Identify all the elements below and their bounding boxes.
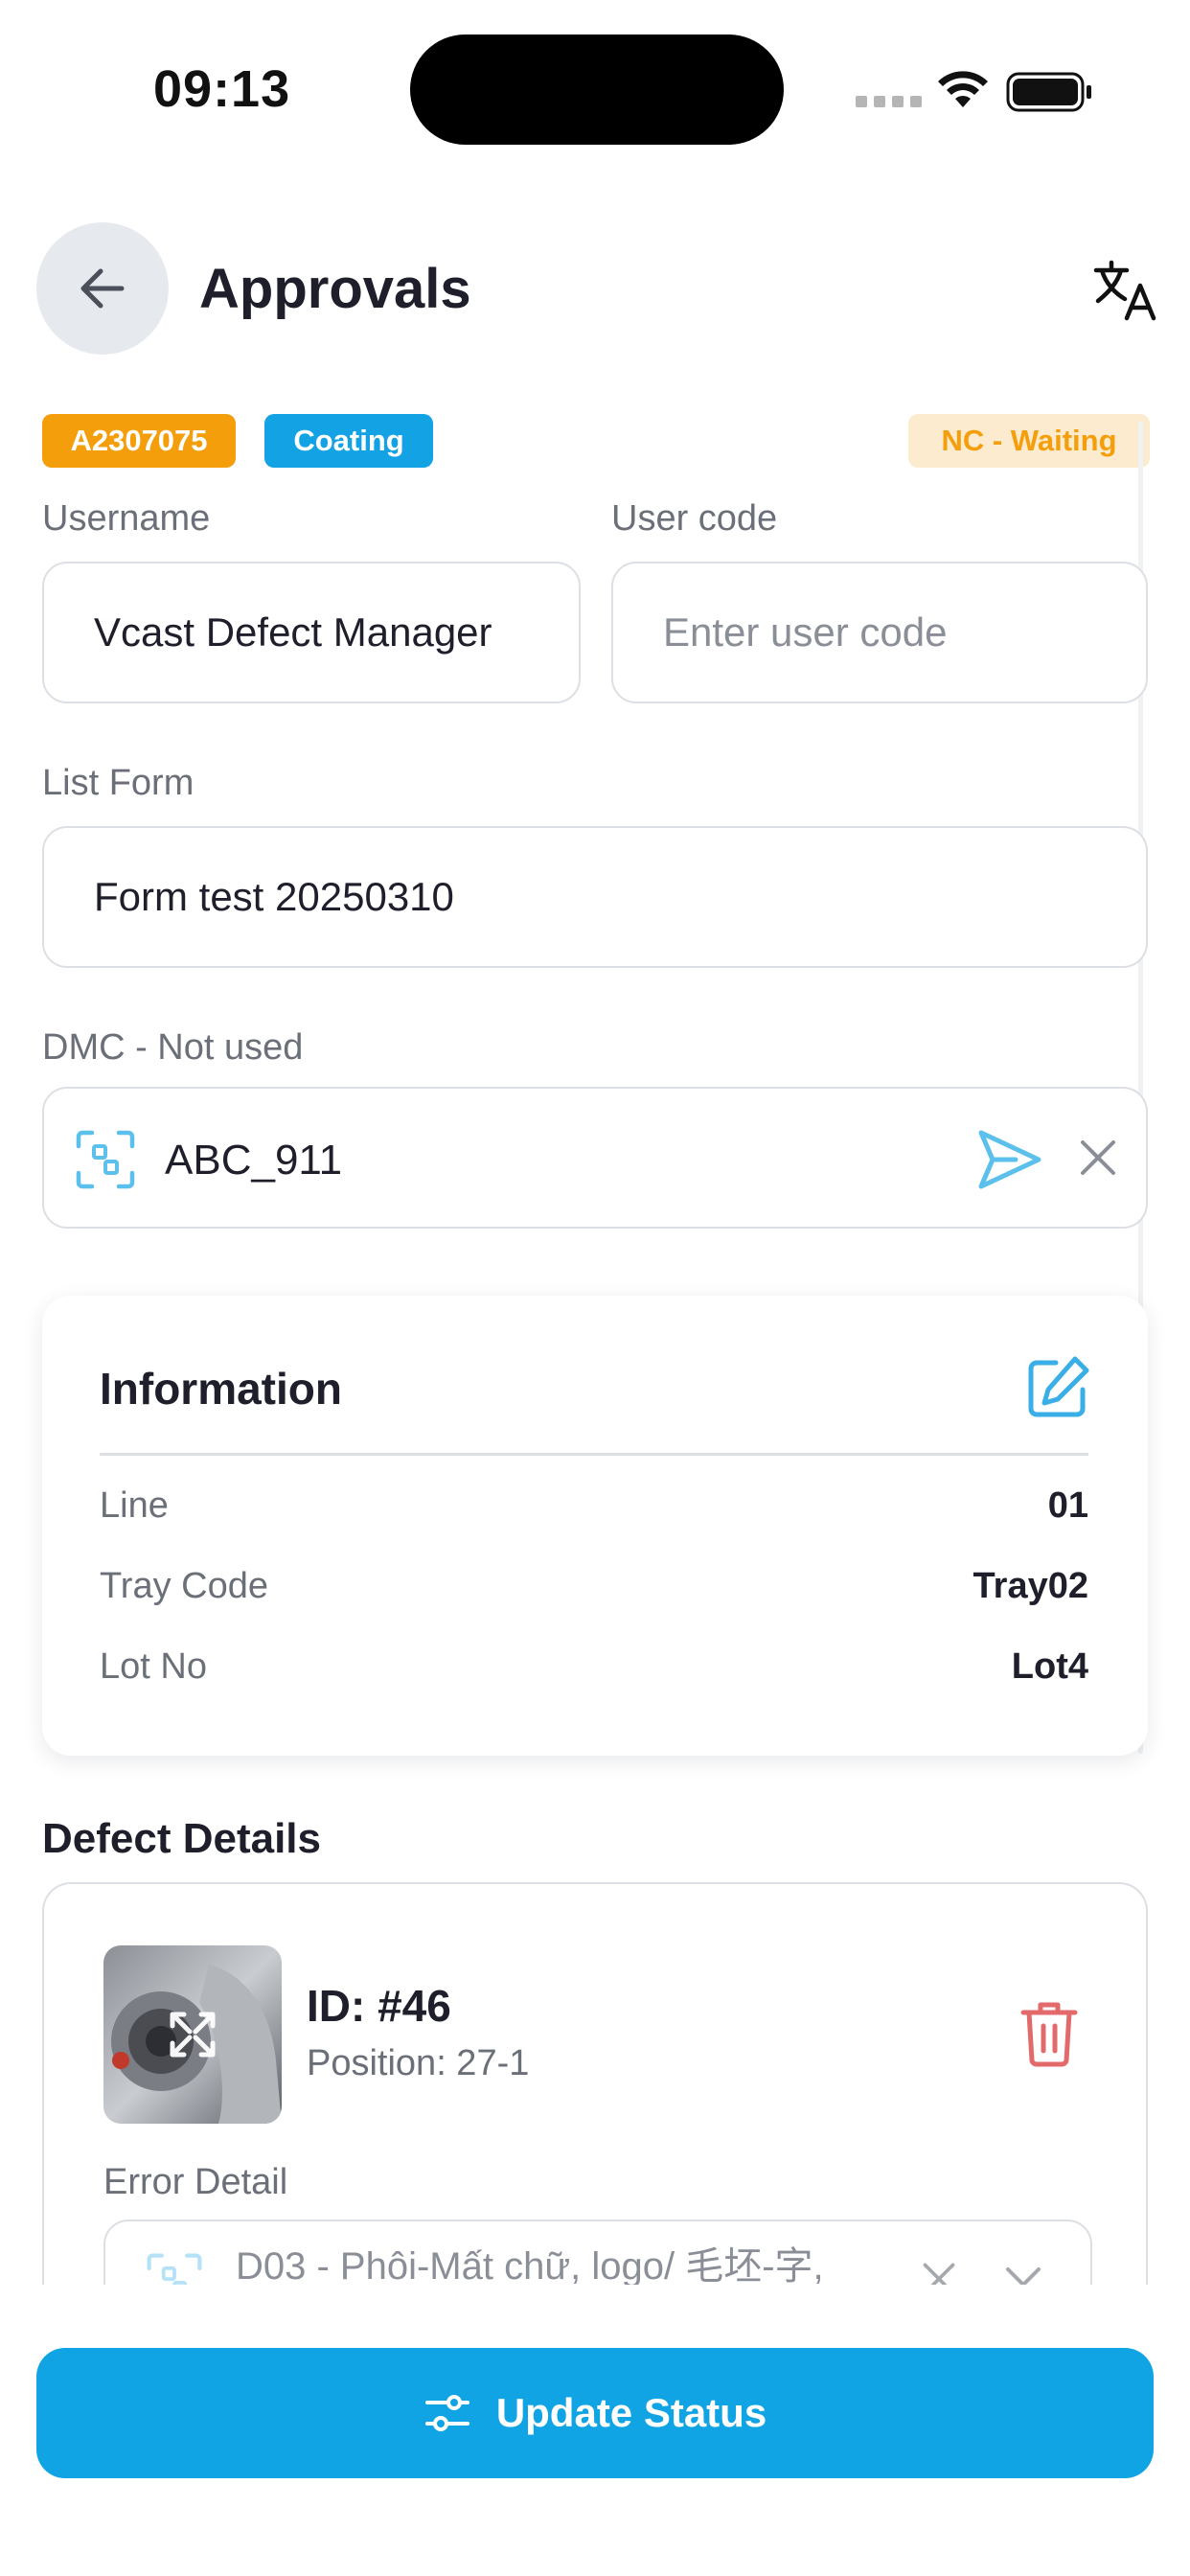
username-field[interactable]: Vcast Defect Manager: [42, 562, 581, 703]
scan-icon[interactable]: [144, 2250, 205, 2285]
defect-photo: [103, 1945, 282, 2124]
dmc-input[interactable]: ABC_911: [42, 1087, 1148, 1229]
info-key: Lot No: [100, 1646, 207, 1687]
close-icon[interactable]: [920, 2260, 958, 2285]
back-button[interactable]: [36, 222, 169, 355]
defect-photo-thumbnail[interactable]: [103, 1945, 282, 2124]
translate-icon[interactable]: [1092, 257, 1159, 324]
dynamic-island: [410, 34, 784, 145]
info-value: Tray02: [973, 1566, 1088, 1606]
edit-icon[interactable]: [1023, 1353, 1092, 1422]
list-form-select[interactable]: Form test 20250310: [42, 826, 1148, 968]
update-status-button[interactable]: Update Status: [36, 2348, 1154, 2478]
error-detail-select[interactable]: D03 - Phôi-Mất chữ, logo/ 毛坯-字,: [103, 2220, 1092, 2285]
update-status-label: Update Status: [495, 2390, 767, 2435]
info-row-tray-code: Tray Code Tray02: [100, 1566, 1088, 1607]
send-icon[interactable]: [973, 1123, 1046, 1196]
trash-icon[interactable]: [1019, 1999, 1079, 2068]
information-card: Information Line 01 Tray Code Tray02 Lot…: [42, 1296, 1148, 1756]
info-key: Line: [100, 1485, 169, 1526]
dmc-value: ABC_911: [165, 1137, 343, 1184]
battery-icon: [1006, 72, 1091, 112]
approval-id-badge: A2307075: [42, 414, 236, 468]
error-detail-label: Error Detail: [103, 2162, 288, 2202]
cellular-signal-icon: [856, 96, 922, 107]
wifi-icon: [938, 71, 988, 107]
scan-icon[interactable]: [73, 1127, 138, 1192]
chevron-down-icon[interactable]: [1004, 2264, 1042, 2285]
list-form-label: List Form: [42, 763, 195, 803]
user-code-label: User code: [611, 498, 778, 539]
stage-badge: Coating: [264, 414, 433, 468]
info-key: Tray Code: [100, 1566, 268, 1606]
page-title: Approvals: [199, 258, 471, 320]
defect-position: Position: 27-1: [307, 2043, 530, 2083]
status-badge: NC - Waiting: [908, 414, 1150, 468]
dmc-label: DMC - Not used: [42, 1027, 304, 1068]
defect-id: ID: #46: [307, 1981, 451, 2031]
user-code-input[interactable]: Enter user code: [611, 562, 1148, 703]
sliders-icon: [424, 2395, 469, 2431]
status-time: 09:13: [153, 60, 291, 118]
info-value: Lot4: [1011, 1646, 1088, 1687]
user-code-placeholder: Enter user code: [663, 610, 948, 655]
info-value: 01: [1047, 1485, 1088, 1526]
username-value: Vcast Defect Manager: [94, 610, 492, 655]
info-row-line: Line 01: [100, 1485, 1088, 1527]
info-row-lot-no: Lot No Lot4: [100, 1646, 1088, 1688]
error-detail-value: D03 - Phôi-Mất chữ, logo/ 毛坯-字,: [236, 2245, 824, 2285]
list-form-value: Form test 20250310: [94, 874, 454, 919]
information-title: Information: [100, 1364, 342, 1414]
arrow-left-icon: [80, 268, 125, 309]
status-bar: 09:13: [0, 0, 1190, 182]
defect-card: ID: #46 Position: 27-1 Error Detail D03 …: [42, 1882, 1148, 2285]
close-icon[interactable]: [1077, 1137, 1119, 1179]
divider: [100, 1453, 1088, 1456]
username-label: Username: [42, 498, 211, 539]
defect-details-title: Defect Details: [42, 1815, 322, 1862]
